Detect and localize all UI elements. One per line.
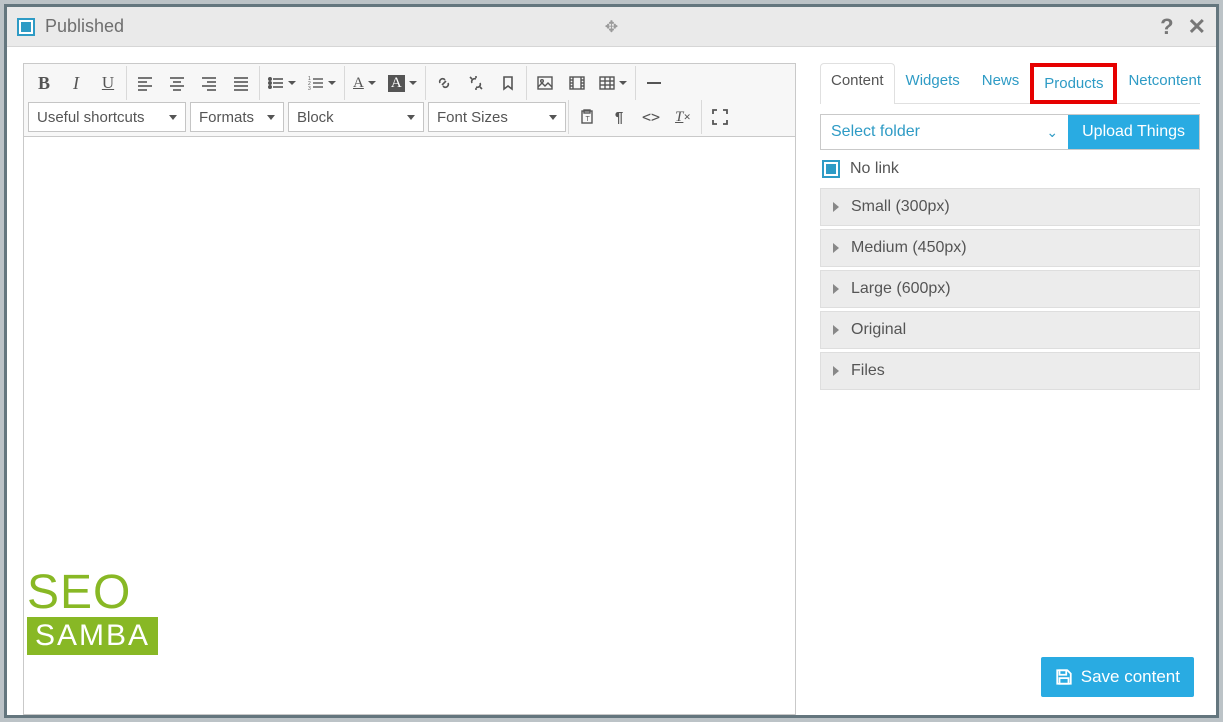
no-link-label: No link [850,160,899,178]
acc-small[interactable]: Small (300px) [820,188,1200,226]
footer: Save content [1041,657,1194,697]
tab-content[interactable]: Content [820,63,895,104]
caret-right-icon [833,366,839,376]
seosamba-logo: SEO SAMBA [27,569,158,655]
align-justify-button[interactable] [226,68,256,98]
caret-right-icon [833,243,839,253]
block-select[interactable]: Block [288,102,424,132]
side-tabs: Content Widgets News Products Netcontent [820,63,1200,104]
save-content-button[interactable]: Save content [1041,657,1194,697]
accordion-list: Small (300px) Medium (450px) Large (600p… [820,188,1200,390]
caret-right-icon [833,202,839,212]
rte-toolbar: B I U 123 A [23,63,796,137]
fullscreen-button[interactable] [705,102,735,132]
unlink-button[interactable] [461,68,491,98]
underline-button[interactable]: U [93,68,123,98]
move-handle-icon[interactable]: ✥ [605,17,618,37]
caret-right-icon [833,325,839,335]
editor-window: Published ✥ ? ✕ B I U [4,4,1219,718]
acc-files[interactable]: Files [820,352,1200,390]
source-code-button[interactable]: <> [636,102,666,132]
tab-news[interactable]: News [971,63,1031,104]
window-title: Published [45,16,124,37]
chevron-down-icon: ⌄ [1046,124,1058,141]
help-icon[interactable]: ? [1160,14,1173,40]
side-panel: Content Widgets News Products Netcontent… [820,63,1200,715]
paste-text-button[interactable]: T [572,102,602,132]
media-button[interactable] [562,68,592,98]
horizontal-rule-button[interactable] [639,68,669,98]
shortcuts-select[interactable]: Useful shortcuts [28,102,186,132]
tab-netcontent[interactable]: Netcontent [1117,63,1212,104]
bookmark-button[interactable] [493,68,523,98]
folder-placeholder: Select folder [831,123,920,141]
bold-button[interactable]: B [29,68,59,98]
published-checkbox[interactable] [17,18,35,36]
font-sizes-select[interactable]: Font Sizes [428,102,566,132]
table-button[interactable] [594,68,632,98]
show-invisible-button[interactable]: ¶ [604,102,634,132]
acc-original[interactable]: Original [820,311,1200,349]
align-right-button[interactable] [194,68,224,98]
align-left-button[interactable] [130,68,160,98]
image-button[interactable] [530,68,560,98]
no-link-row: No link [820,150,1200,186]
tab-products[interactable]: Products [1030,63,1117,104]
italic-button[interactable]: I [61,68,91,98]
close-icon[interactable]: ✕ [1188,14,1206,40]
no-link-checkbox[interactable] [822,160,840,178]
folder-row: Select folder ⌄ Upload Things [820,114,1200,150]
content-area: B I U 123 A [7,47,1216,715]
logo-top: SEO [27,569,158,617]
align-center-button[interactable] [162,68,192,98]
clear-formatting-button[interactable]: T✕ [668,102,698,132]
link-button[interactable] [429,68,459,98]
save-icon [1055,668,1073,686]
logo-bottom: SAMBA [27,617,158,655]
folder-select[interactable]: Select folder ⌄ [821,115,1068,149]
text-color-button[interactable]: A [348,68,381,98]
svg-text:T: T [586,116,591,123]
background-color-button[interactable]: A [383,68,422,98]
acc-large[interactable]: Large (600px) [820,270,1200,308]
bullet-list-button[interactable] [263,68,301,98]
numbered-list-button[interactable]: 123 [303,68,341,98]
upload-button[interactable]: Upload Things [1068,115,1199,149]
svg-text:3: 3 [308,86,311,91]
acc-medium[interactable]: Medium (450px) [820,229,1200,267]
titlebar: Published ✥ ? ✕ [7,7,1216,47]
tab-widgets[interactable]: Widgets [895,63,971,104]
caret-right-icon [833,284,839,294]
formats-select[interactable]: Formats [190,102,284,132]
